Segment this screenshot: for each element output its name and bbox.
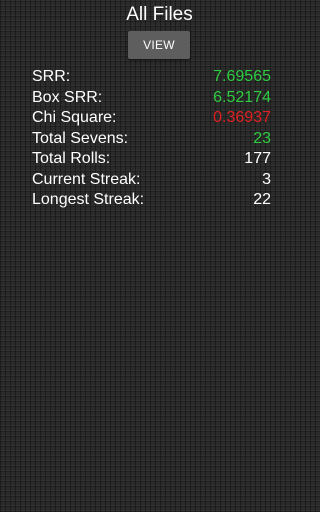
stat-row-box-srr: Box SRR: 6.52174 — [32, 88, 271, 109]
stat-label: Chi Square: — [32, 109, 117, 126]
stat-label: SRR: — [32, 68, 71, 85]
stat-row-current-streak: Current Streak: 3 — [32, 170, 271, 191]
stat-row-longest-streak: Longest Streak: 22 — [32, 190, 271, 211]
stat-value: 177 — [244, 150, 271, 167]
stat-label: Total Rolls: — [32, 150, 111, 167]
stat-row-chi-square: Chi Square: 0.36937 — [32, 108, 271, 129]
view-button[interactable]: VIEW — [128, 31, 190, 59]
stat-label: Total Sevens: — [32, 129, 129, 147]
page-title: All Files — [126, 4, 193, 25]
stat-value: 23 — [253, 129, 271, 147]
stat-value: 22 — [253, 191, 271, 208]
stat-label: Longest Streak: — [32, 191, 145, 208]
stat-value: 3 — [262, 170, 271, 188]
stat-value: 0.36937 — [213, 109, 271, 126]
stat-row-total-rolls: Total Rolls: 177 — [32, 149, 271, 170]
stat-row-total-sevens: Total Sevens: 23 — [32, 129, 271, 150]
stat-label: Current Streak: — [32, 170, 141, 188]
stat-value: 7.69565 — [213, 68, 271, 85]
stat-label: Box SRR: — [32, 88, 103, 106]
stats-list: SRR: 7.69565 Box SRR: 6.52174 Chi Square… — [32, 67, 271, 211]
stat-value: 6.52174 — [213, 88, 271, 106]
stat-row-srr: SRR: 7.69565 — [32, 67, 271, 88]
